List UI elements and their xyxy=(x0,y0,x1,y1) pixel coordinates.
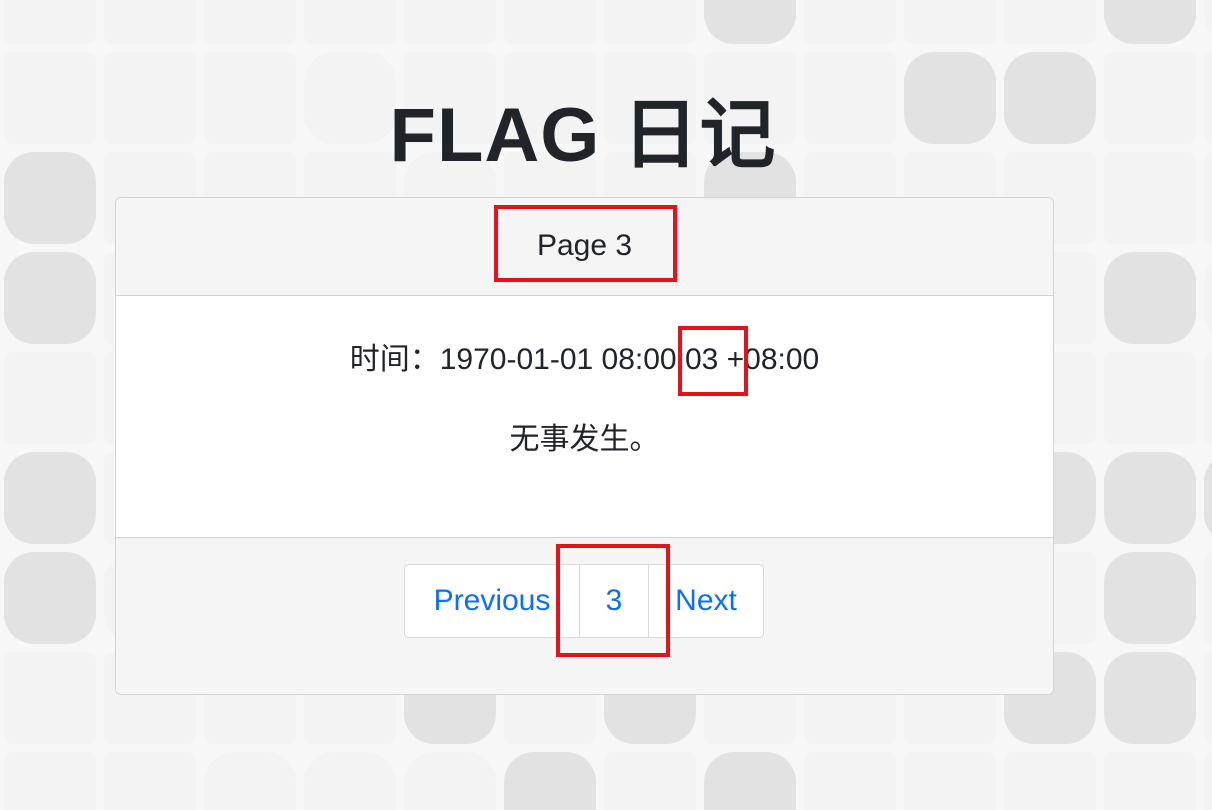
background-tile xyxy=(4,352,96,444)
background-tile xyxy=(1204,652,1212,744)
background-tile xyxy=(4,652,96,744)
background-tile xyxy=(4,252,96,344)
background-tile xyxy=(4,552,96,644)
background-tile xyxy=(1204,352,1212,444)
background-tile xyxy=(1104,652,1196,744)
background-tile xyxy=(504,752,596,810)
background-tile xyxy=(104,0,196,44)
background-tile xyxy=(204,0,296,44)
background-tile xyxy=(1104,752,1196,810)
previous-page-link[interactable]: Previous xyxy=(405,565,579,637)
page-label: Page 3 xyxy=(536,229,633,262)
background-tile xyxy=(1004,0,1096,44)
next-page-link[interactable]: Next xyxy=(649,565,763,637)
background-tile xyxy=(904,752,996,810)
background-tile xyxy=(1204,152,1212,244)
background-tile xyxy=(1204,0,1212,35)
background-tile xyxy=(804,0,896,44)
background-tile xyxy=(1004,752,1096,810)
background-tile xyxy=(404,752,496,810)
background-tile xyxy=(1104,552,1196,644)
background-tile xyxy=(504,0,596,44)
background-tile xyxy=(1204,52,1212,144)
page-title: FLAG 日记 xyxy=(389,93,777,178)
background-tile xyxy=(1104,252,1196,344)
background-tile xyxy=(704,752,796,810)
background-tile xyxy=(104,752,196,810)
background-tile xyxy=(304,0,396,44)
diary-card: Page 3 时间：1970-01-01 08:00:03 +08:00 无事发… xyxy=(115,197,1054,695)
card-header: Page 3 xyxy=(116,198,1053,296)
background-tile xyxy=(4,752,96,810)
background-tile xyxy=(804,752,896,810)
background-tile xyxy=(1104,452,1196,544)
background-tile xyxy=(4,0,96,44)
background-tile xyxy=(604,0,696,44)
background-tile xyxy=(1104,0,1196,44)
current-page-link[interactable]: 3 xyxy=(579,565,649,637)
background-tile xyxy=(1204,752,1212,810)
card-footer: Previous 3 Next xyxy=(116,537,1053,694)
background-tile xyxy=(1204,552,1212,644)
background-tile xyxy=(1204,261,1212,335)
background-tile xyxy=(904,0,996,44)
background-tile xyxy=(1104,352,1196,444)
background-tile xyxy=(704,0,796,44)
background-tile xyxy=(604,752,696,810)
entry-text: 无事发生。 xyxy=(509,423,660,456)
card-body xyxy=(116,296,1053,536)
background-tile xyxy=(1204,461,1212,535)
entry-timestamp: 时间：1970-01-01 08:00:03 +08:00 xyxy=(349,343,820,376)
background-tile xyxy=(204,752,296,810)
background-tile xyxy=(4,452,96,544)
background-tile xyxy=(404,0,496,44)
background-tile xyxy=(304,752,396,810)
pagination: Previous 3 Next xyxy=(404,564,764,638)
